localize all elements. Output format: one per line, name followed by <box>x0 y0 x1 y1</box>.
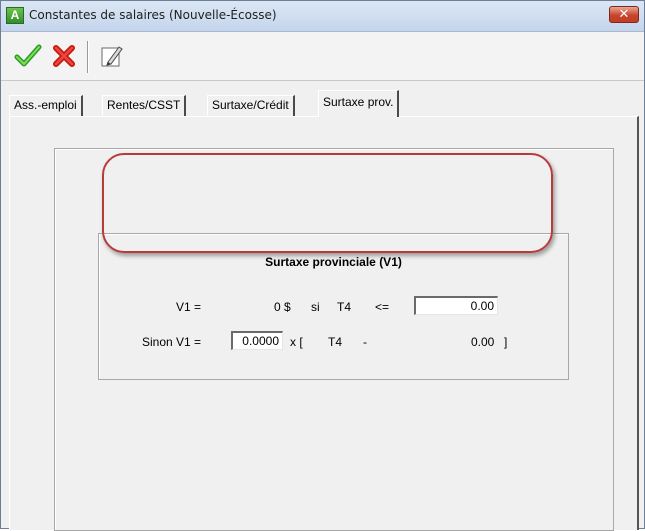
row1-amount: 0 $ <box>274 300 291 314</box>
threshold-field[interactable]: 0.00 <box>414 296 498 315</box>
row1-label: V1 = <box>176 300 202 314</box>
checkmark-icon <box>14 44 42 67</box>
row2-var: T4 <box>328 335 343 349</box>
tab-rentes-csst[interactable]: Rentes/CSST <box>102 95 187 116</box>
outer-group-box: Surtaxe provinciale (V1) V1 = 0 $ si T4 … <box>54 148 614 531</box>
tab-surtaxe-prov[interactable]: Surtaxe prov. <box>318 90 400 117</box>
tab-panel: Surtaxe provinciale (V1) V1 = 0 $ si T4 … <box>9 116 639 531</box>
row2-value: 0.00 <box>471 335 495 349</box>
tab-surtaxe-credit[interactable]: Surtaxe/Crédit <box>207 95 295 116</box>
surtaxe-group-box: Surtaxe provinciale (V1) V1 = 0 $ si T4 … <box>98 233 569 380</box>
row1-operator: <= <box>375 300 390 314</box>
cancel-x-icon <box>53 45 75 67</box>
row2-close-bracket: ] <box>504 335 508 349</box>
close-button[interactable]: ✕ <box>609 6 639 23</box>
toolbar <box>1 32 644 81</box>
window-title: Constantes de salaires (Nouvelle-Écosse) <box>29 8 277 22</box>
toolbar-separator <box>87 41 88 73</box>
cancel-button[interactable] <box>47 40 81 72</box>
row2-label: Sinon V1 = <box>142 335 202 349</box>
rate-field[interactable]: 0.0000 <box>231 331 283 350</box>
row1-var: T4 <box>337 300 352 314</box>
row2-multiply-bracket: x [ <box>290 335 303 349</box>
title-bar: A Constantes de salaires (Nouvelle-Écoss… <box>1 1 644 32</box>
edit-pencil-icon <box>101 46 123 67</box>
edit-button[interactable] <box>95 40 129 72</box>
section-title: Surtaxe provinciale (V1) <box>265 255 402 269</box>
dialog-window: A Constantes de salaires (Nouvelle-Écoss… <box>0 0 645 531</box>
save-button[interactable] <box>11 40 45 72</box>
tab-strip: Ass.-emploi Rentes/CSST Surtaxe/Crédit S… <box>9 89 638 117</box>
row1-si: si <box>311 300 320 314</box>
row2-minus: - <box>363 335 367 349</box>
tab-ass-emploi[interactable]: Ass.-emploi <box>9 95 83 116</box>
app-logo-icon: A <box>6 7 24 24</box>
